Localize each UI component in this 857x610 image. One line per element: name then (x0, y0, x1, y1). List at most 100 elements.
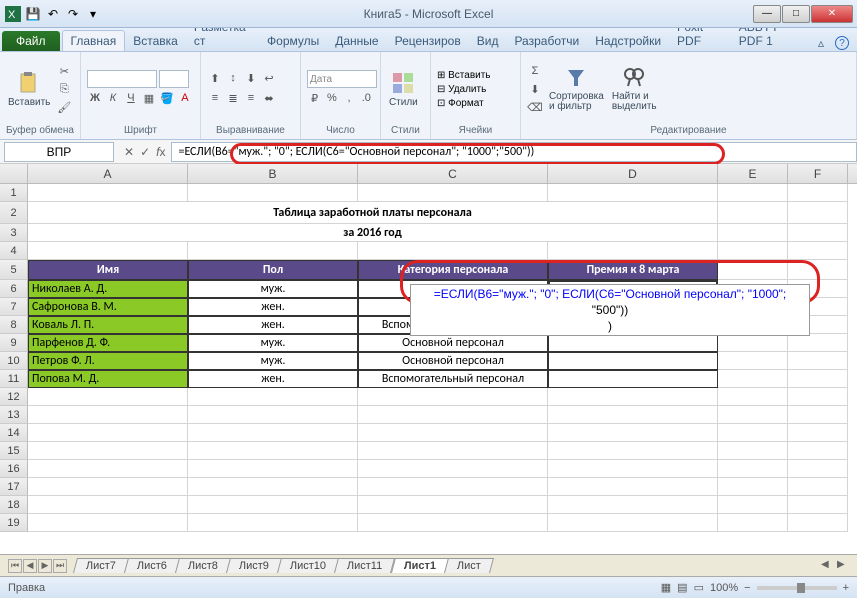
tab-formulas[interactable]: Формулы (259, 31, 327, 51)
tab-developer[interactable]: Разработчи (506, 31, 587, 51)
row-1[interactable]: 1 (0, 184, 28, 202)
paste-button[interactable]: Вставить (6, 69, 52, 110)
bonus-cell[interactable] (548, 334, 718, 352)
row-11[interactable]: 11 (0, 370, 28, 388)
wrap-icon[interactable]: ↩ (261, 70, 277, 86)
align-mid-icon[interactable]: ↕ (225, 70, 241, 86)
row-8[interactable]: 8 (0, 316, 28, 334)
view-break-icon[interactable]: ▭ (694, 581, 704, 594)
bonus-cell[interactable] (548, 370, 718, 388)
align-right-icon[interactable]: ≡ (243, 90, 259, 106)
sort-filter-button[interactable]: Сортировка и фильтр (547, 64, 606, 114)
cat-cell[interactable]: Основной персонал (358, 352, 548, 370)
tab-review[interactable]: Рецензиров (387, 31, 469, 51)
underline-icon[interactable]: Ч (123, 90, 139, 106)
number-format-combo[interactable]: Дата (307, 70, 377, 88)
format-cells-button[interactable]: ⊡ Формат (437, 98, 491, 109)
hscroll-right-icon[interactable]: ▶ (837, 559, 851, 573)
cat-cell[interactable]: Основной персонал (358, 334, 548, 352)
bold-icon[interactable]: Ж (87, 90, 103, 106)
row-9[interactable]: 9 (0, 334, 28, 352)
tab-insert[interactable]: Вставка (125, 31, 186, 51)
zoom-in-icon[interactable]: + (843, 582, 849, 594)
cancel-formula-icon[interactable]: ✕ (124, 145, 134, 159)
tab-data[interactable]: Данные (327, 31, 386, 51)
cat-cell[interactable]: Вспомогательный персонал (358, 370, 548, 388)
align-top-icon[interactable]: ⬆ (207, 70, 223, 86)
name-box[interactable]: ВПР (4, 142, 114, 162)
enter-formula-icon[interactable]: ✓ (140, 145, 150, 159)
delete-cells-button[interactable]: ⊟ Удалить (437, 84, 491, 95)
col-D[interactable]: D (548, 164, 718, 183)
clear-icon[interactable]: ⌫ (527, 99, 543, 115)
row-4[interactable]: 4 (0, 242, 28, 260)
minimize-button[interactable]: — (753, 5, 781, 23)
row-18[interactable]: 18 (0, 496, 28, 514)
align-center-icon[interactable]: ≣ (225, 90, 241, 106)
row-15[interactable]: 15 (0, 442, 28, 460)
font-combo[interactable] (87, 70, 157, 88)
italic-icon[interactable]: К (105, 90, 121, 106)
insert-cells-button[interactable]: ⊞ Вставить (437, 70, 491, 81)
fontsize-combo[interactable] (159, 70, 189, 88)
sheet-nav-first-icon[interactable]: ⏮ (8, 559, 22, 573)
name-cell[interactable]: Попова М. Д. (28, 370, 188, 388)
zoom-value[interactable]: 100% (710, 582, 738, 594)
save-icon[interactable]: 💾 (24, 5, 42, 23)
bonus-cell[interactable] (548, 352, 718, 370)
sex-cell[interactable]: муж. (188, 334, 358, 352)
sheet-tab[interactable]: Лист11 (334, 558, 395, 573)
sheet-nav-prev-icon[interactable]: ◀ (23, 559, 37, 573)
tab-home[interactable]: Главная (62, 30, 126, 51)
sum-icon[interactable]: Σ (527, 63, 543, 79)
copy-icon[interactable]: ⎘ (56, 81, 72, 97)
minimize-ribbon-icon[interactable]: ▵ (813, 35, 829, 51)
cut-icon[interactable]: ✂ (56, 63, 72, 79)
currency-icon[interactable]: ₽ (307, 90, 322, 106)
find-button[interactable]: Найти и выделить (610, 64, 659, 114)
zoom-slider[interactable] (757, 586, 837, 590)
sheet-tab[interactable]: Лист8 (175, 558, 231, 573)
view-normal-icon[interactable]: ▦ (661, 581, 671, 594)
row-12[interactable]: 12 (0, 388, 28, 406)
sex-cell[interactable]: жен. (188, 370, 358, 388)
worksheet-grid[interactable]: A B C D E F 1 2Таблица заработной платы … (0, 164, 857, 554)
col-F[interactable]: F (788, 164, 848, 183)
view-layout-icon[interactable]: ▤ (677, 581, 687, 594)
sex-cell[interactable]: жен. (188, 298, 358, 316)
row-6[interactable]: 6 (0, 280, 28, 298)
select-all-corner[interactable] (0, 164, 28, 183)
qat-dropdown-icon[interactable]: ▾ (84, 5, 102, 23)
tab-view[interactable]: Вид (469, 31, 507, 51)
inc-dec-icon[interactable]: .0 (359, 90, 374, 106)
close-button[interactable]: ✕ (811, 5, 853, 23)
row-13[interactable]: 13 (0, 406, 28, 424)
row-19[interactable]: 19 (0, 514, 28, 532)
row-7[interactable]: 7 (0, 298, 28, 316)
sheet-tab-active[interactable]: Лист1 (391, 558, 449, 573)
format-painter-icon[interactable]: 🖌 (56, 99, 72, 115)
fx-icon[interactable]: fx (156, 145, 165, 159)
fontcolor-icon[interactable]: A (177, 90, 193, 106)
maximize-button[interactable]: □ (782, 5, 810, 23)
sex-cell[interactable]: муж. (188, 352, 358, 370)
row-17[interactable]: 17 (0, 478, 28, 496)
styles-button[interactable]: Стили (387, 69, 420, 110)
redo-icon[interactable]: ↷ (64, 5, 82, 23)
sheet-tab[interactable]: Лист6 (124, 558, 180, 573)
row-14[interactable]: 14 (0, 424, 28, 442)
row-16[interactable]: 16 (0, 460, 28, 478)
fill-icon[interactable]: 🪣 (159, 90, 175, 106)
name-cell[interactable]: Парфенов Д. Ф. (28, 334, 188, 352)
row-2[interactable]: 2 (0, 202, 28, 224)
formula-input[interactable]: =ЕСЛИ(B6="муж."; "0"; ЕСЛИ(C6="Основной … (171, 142, 857, 162)
percent-icon[interactable]: % (324, 90, 339, 106)
border-icon[interactable]: ▦ (141, 90, 157, 106)
row-5[interactable]: 5 (0, 260, 28, 280)
name-cell[interactable]: Коваль Л. П. (28, 316, 188, 334)
undo-icon[interactable]: ↶ (44, 5, 62, 23)
sheet-nav-last-icon[interactable]: ⏭ (53, 559, 67, 573)
name-cell[interactable]: Николаев А. Д. (28, 280, 188, 298)
sheet-tab[interactable]: Лист (444, 558, 494, 573)
hscroll-left-icon[interactable]: ◀ (821, 559, 835, 573)
